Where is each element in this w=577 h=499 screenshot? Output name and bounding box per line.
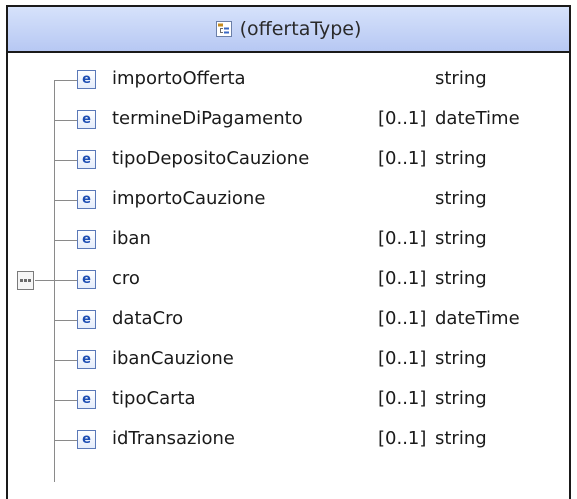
complex-type-icon — [215, 21, 232, 37]
element-type: dateTime — [435, 308, 520, 329]
complex-type-header[interactable]: (offertaType) — [8, 7, 569, 53]
element-type: string — [435, 68, 487, 89]
element-name: tipoCarta — [112, 388, 196, 409]
element-icon: e — [77, 110, 96, 129]
element-name: cro — [112, 268, 140, 289]
connector-branch — [54, 320, 78, 321]
connector-branch — [54, 160, 78, 161]
element-name: importoCauzione — [112, 188, 266, 209]
element-name: importoOfferta — [112, 68, 246, 89]
connector-branch — [54, 360, 78, 361]
connector-branch — [54, 240, 78, 241]
complex-type-title: (offertaType) — [239, 18, 362, 40]
element-row[interactable]: e importoCauzione string — [8, 180, 569, 220]
element-icon: e — [77, 230, 96, 249]
element-type: string — [435, 148, 487, 169]
element-occurrence: [0..1] — [378, 108, 427, 129]
element-icon: e — [77, 270, 96, 289]
element-row[interactable]: e iban [0..1] string — [8, 220, 569, 260]
element-row[interactable]: e importoOfferta string — [8, 60, 569, 100]
element-name: tipoDepositoCauzione — [112, 148, 310, 169]
element-type: string — [435, 188, 487, 209]
element-icon: e — [77, 310, 96, 329]
element-type: string — [435, 228, 487, 249]
element-occurrence: [0..1] — [378, 268, 427, 289]
element-type: string — [435, 348, 487, 369]
element-icon: e — [77, 430, 96, 449]
element-row[interactable]: e tipoDepositoCauzione [0..1] string — [8, 140, 569, 180]
element-row[interactable]: e dataCro [0..1] dateTime — [8, 300, 569, 340]
element-type: string — [435, 388, 487, 409]
element-type: string — [435, 268, 487, 289]
connector-branch — [54, 400, 78, 401]
element-occurrence: [0..1] — [378, 148, 427, 169]
element-row[interactable]: e ibanCauzione [0..1] string — [8, 340, 569, 380]
element-row[interactable]: e cro [0..1] string — [8, 260, 569, 300]
element-icon: e — [77, 150, 96, 169]
element-name: idTransazione — [112, 428, 235, 449]
element-name: ibanCauzione — [112, 348, 234, 369]
element-occurrence: [0..1] — [378, 428, 427, 449]
element-row[interactable]: e idTransazione [0..1] string — [8, 420, 569, 460]
element-icon: e — [77, 350, 96, 369]
element-occurrence: [0..1] — [378, 228, 427, 249]
element-name: termineDiPagamento — [112, 108, 303, 129]
connector-branch — [54, 80, 78, 81]
element-icon: e — [77, 390, 96, 409]
element-type: string — [435, 428, 487, 449]
element-row[interactable]: e termineDiPagamento [0..1] dateTime — [8, 100, 569, 140]
element-occurrence: [0..1] — [378, 388, 427, 409]
element-occurrence: [0..1] — [378, 308, 427, 329]
element-name: iban — [112, 228, 151, 249]
connector-branch — [54, 120, 78, 121]
element-icon: e — [77, 70, 96, 89]
connector-branch — [54, 280, 78, 281]
element-row[interactable]: e tipoCarta [0..1] string — [8, 380, 569, 420]
complex-type-box[interactable]: (offertaType) e importoOfferta string e term… — [6, 5, 571, 499]
element-type: dateTime — [435, 108, 520, 129]
connector-branch — [54, 200, 78, 201]
connector-branch — [54, 440, 78, 441]
element-icon: e — [77, 190, 96, 209]
element-name: dataCro — [112, 308, 184, 329]
element-occurrence: [0..1] — [378, 348, 427, 369]
